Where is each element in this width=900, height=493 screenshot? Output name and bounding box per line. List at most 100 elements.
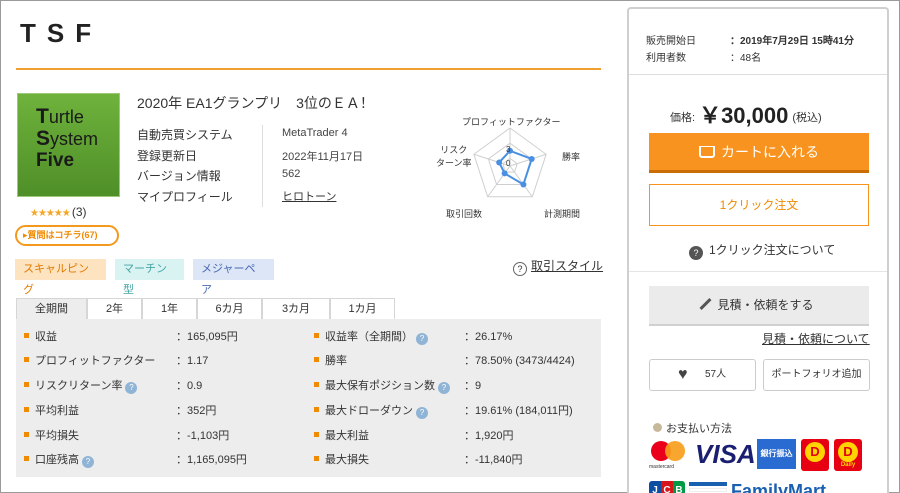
stat-value-risk-return: ：0.9 [176,380,203,392]
stat-value-profit: ：165,095円 [176,331,238,343]
tab-6-months[interactable]: 6カ月 [197,298,262,320]
daily-yamazaki-logo: D Daily [834,439,862,471]
help-icon[interactable]: ? [82,456,94,468]
radar-label-win-rate: 勝率 [562,152,581,162]
rating-count: (3) [71,205,87,219]
radar-label-risk-return: リスク ターン率 [436,145,472,168]
stat-label-profit: 収益 [24,328,57,344]
radar-point-2 [520,181,527,188]
info-separator [262,125,263,207]
info-label-profile: マイプロフィール [137,190,233,204]
title-divider [16,68,601,70]
tab-3-months[interactable]: 3カ月 [262,298,330,320]
rating-stars[interactable]: ★★★★★ (3) [30,205,87,219]
info-label-version: バージョン情報 [137,169,221,183]
stat-label-max-positions: 最大保有ポジション数? [314,377,450,394]
add-portfolio-button[interactable]: ポートフォリオ追加 [763,359,870,391]
price-amount: ￥30,000 [699,103,789,128]
radar-chart: 3 0 プロフィットファクター 勝率 計測期間 取引回数 リスク ターン率 [420,108,600,220]
purchase-sidebar: 販売開始日 ：2019年7月29日 15時41分 利用者数 ：48名 価格: ￥30,… [627,7,889,493]
help-circle-icon: ? [513,262,527,276]
radar-point-4 [496,159,503,166]
help-icon[interactable]: ? [125,382,138,394]
page-title: TSF [20,18,103,48]
stat-value-win-rate: ：78.50% (3473/4424) [464,355,575,367]
help-icon[interactable]: ? [438,382,450,394]
cart-icon [699,146,715,158]
info-value-system: MetaTrader 4 [282,127,348,139]
radar-label-trades: 取引回数 [446,209,483,219]
radar-scale-label-3: 3 [506,145,511,154]
radar-point-1 [528,155,535,162]
one-click-about-link[interactable]: ? 1クリック注文について [689,241,835,260]
pen-icon [699,297,712,311]
stat-value-avg-profit: ：352円 [176,405,217,417]
tab-all-period[interactable]: 全期間 [16,298,87,320]
stat-value-balance: ：1,165,095円 [176,454,247,466]
payment-heading: お支払い方法 [653,420,732,436]
tag-martingale[interactable]: マーチン型 [115,259,184,296]
info-value-updated: 2022年11月17日 [282,151,364,163]
heart-icon: ♥ [678,366,688,383]
product-subtitle: 2020年 EA1グランプリ 3位のＥＡ！ [137,95,374,111]
price: 価格: ￥30,000 (税込) [670,103,822,128]
stat-value-max-positions: ：9 [464,380,482,392]
stat-label-win-rate: 勝率 [314,352,347,368]
stat-value-profit-factor: ：1.17 [176,355,209,367]
tag-major-pair[interactable]: メジャーペア [193,259,274,296]
d-payment-logo: D [801,439,829,471]
familymart-bar-white [689,488,727,492]
sidebar-divider [629,74,887,75]
help-icon[interactable]: ? [416,407,428,419]
user-count-row: 利用者数 ：48名 [646,53,762,64]
stat-label-profit-factor: プロフィットファクター [24,352,155,368]
one-click-order-button[interactable]: 1クリック注文 [649,184,869,226]
mastercard-logo: mastercard [649,439,689,472]
help-circle-icon: ? [689,246,703,260]
stat-value-return-rate: ：26.17% [464,331,513,343]
stat-value-max-profit: ：1,920円 [464,430,514,442]
help-icon[interactable]: ? [416,333,428,345]
familymart-logo: FamilyMart [731,481,827,493]
stat-value-max-loss: ：-11,840円 [464,454,523,466]
release-date-row: 販売開始日 ：2019年7月29日 15時41分 [646,36,854,47]
visa-logo: VISA [695,439,756,469]
familymart-bar-blue [689,482,727,486]
stat-label-risk-return: リスクリターン率? [24,377,138,394]
trade-style-link[interactable]: ? 取引スタイル [513,257,603,276]
stat-value-avg-loss: ：-1,103円 [176,430,230,442]
stat-label-balance: 口座残高? [24,451,94,468]
favorite-count: 57人 [705,369,727,380]
add-to-cart-button[interactable]: カートに入れる [649,133,869,173]
product-logo: Turtle System Five [17,93,120,197]
stat-label-return-rate: 収益率（全期間）? [314,328,428,345]
radar-axis-3 [487,165,511,198]
jcb-logo: J C B [649,481,685,493]
stat-label-max-loss: 最大損失 [314,451,369,467]
tab-2-years[interactable]: 2年 [87,298,142,320]
radar-label-period: 計測期間 [544,209,581,219]
tab-1-year[interactable]: 1年 [142,298,197,320]
stat-value-max-drawdown: ：19.61% (184,011円) [464,405,573,417]
stats-panel: 収益 ：165,095円 プロフィットファクター ：1.17 リスクリターン率?… [16,319,601,477]
stat-label-max-profit: 最大利益 [314,427,369,443]
favorite-button[interactable]: ♥ 57人 [649,359,756,391]
bank-transfer-logo: 銀行振込 [757,439,796,469]
stat-label-max-drawdown: 最大ドローダウン? [314,402,428,419]
radar-point-3 [501,170,508,177]
info-label-system: 自動売買システム [137,128,233,142]
profile-link[interactable]: ヒロトーン [282,188,336,204]
info-value-version: 562 [282,168,301,180]
tab-1-month[interactable]: 1カ月 [330,298,395,320]
stat-label-avg-loss: 平均損失 [24,427,79,443]
quote-about-link[interactable]: 見積・依頼について [762,330,870,347]
tag-scalping[interactable]: スキャルピング [15,259,106,296]
radar-axis-2 [509,165,533,198]
radar-scale-label-0: 0 [506,159,511,168]
sidebar-divider-2 [629,271,887,272]
qa-button[interactable]: ▸質問はコチラ(67) [15,225,119,246]
info-label-updated: 登録更新日 [137,149,198,163]
bullet-icon [653,423,662,432]
stat-label-avg-profit: 平均利益 [24,402,79,418]
quote-request-button[interactable]: 見積・依頼をする [649,286,869,326]
